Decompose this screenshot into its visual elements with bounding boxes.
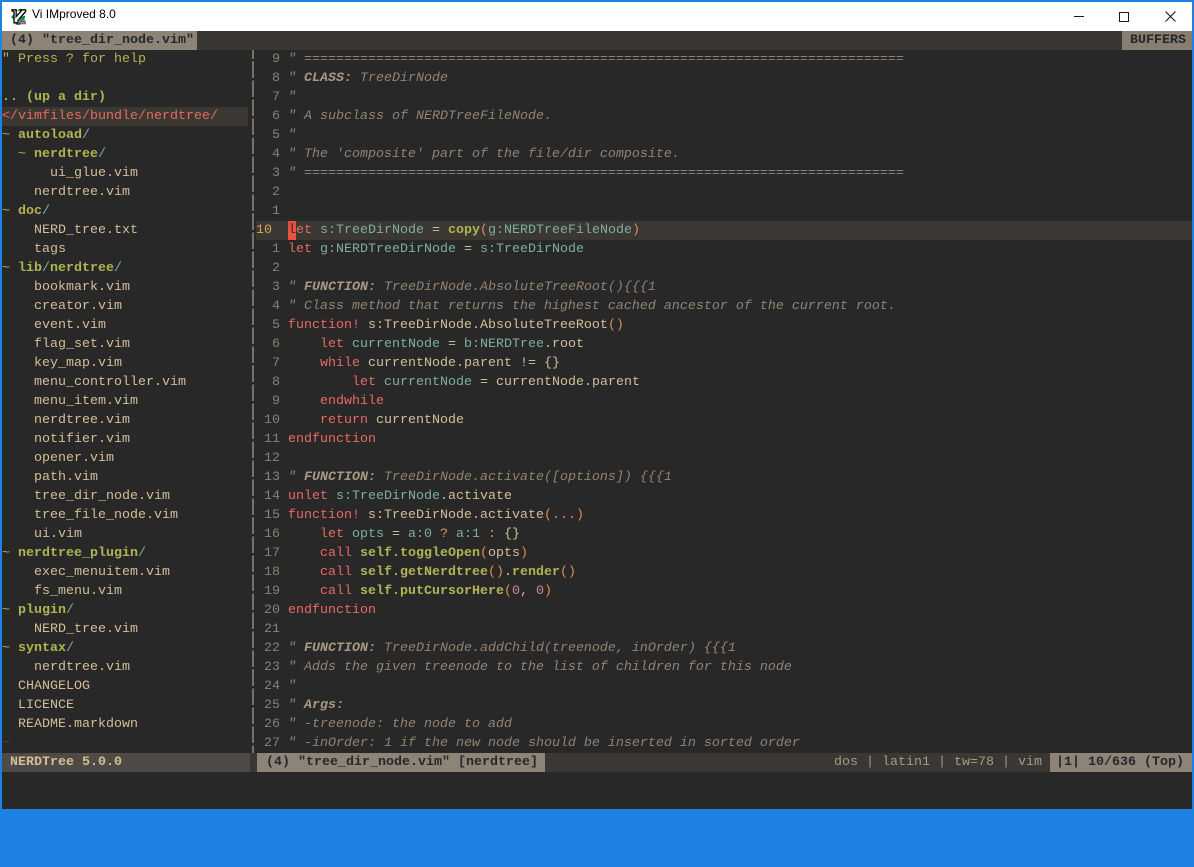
svg-text:im: im (18, 19, 26, 25)
